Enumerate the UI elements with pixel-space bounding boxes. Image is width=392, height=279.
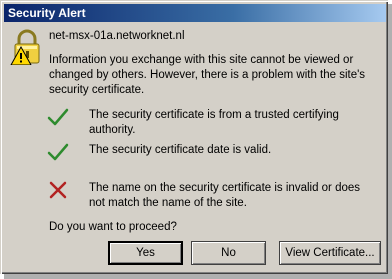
yes-button-label: Yes bbox=[136, 247, 155, 259]
check-message: The security certificate date is valid. bbox=[89, 144, 272, 156]
site-hostname: net-msx-01a.networknet.nl bbox=[49, 30, 185, 42]
view-certificate-button[interactable]: View Certificate... bbox=[279, 241, 381, 265]
check-icon bbox=[47, 143, 69, 161]
window-title: Security Alert bbox=[4, 4, 386, 22]
check-message: The name on the security certificate is … bbox=[89, 182, 361, 209]
check-row-name-invalid: The name on the security certificate is … bbox=[47, 179, 382, 215]
info-message: Information you exchange with this site … bbox=[49, 54, 366, 96]
window-shadow-bottom bbox=[4, 274, 392, 279]
check-row-trusted-authority: The security certificate is from a trust… bbox=[47, 106, 382, 136]
yes-button[interactable]: Yes bbox=[108, 241, 183, 265]
proceed-question: Do you want to proceed? bbox=[49, 221, 177, 233]
no-button-label: No bbox=[221, 247, 236, 259]
check-message: The security certificate is from a trust… bbox=[89, 109, 339, 136]
check-row-date-valid: The security certificate date is valid. bbox=[47, 141, 382, 171]
x-icon bbox=[49, 181, 67, 199]
no-button[interactable]: No bbox=[191, 241, 266, 265]
security-alert-dialog: Security Alert net-msx-01a.networknet.nl… bbox=[0, 0, 388, 274]
padlock-warning-icon bbox=[10, 29, 40, 65]
window-shadow-right bbox=[388, 4, 392, 278]
check-icon bbox=[47, 108, 69, 126]
view-certificate-button-label: View Certificate... bbox=[285, 247, 375, 259]
